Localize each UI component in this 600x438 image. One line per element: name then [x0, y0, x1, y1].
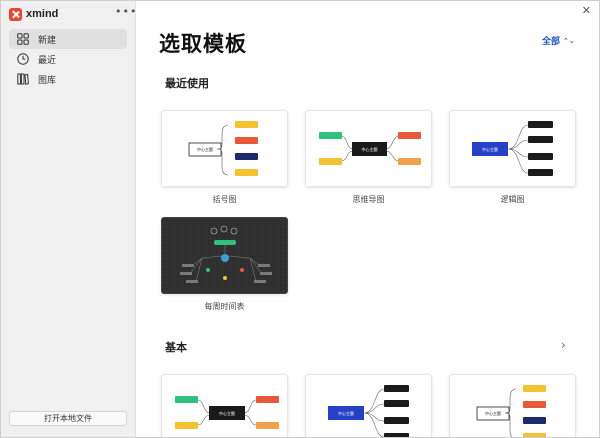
template-gallery: ✕ 选取模板 全部 ⌃⌄ 最近使用 中心主题 括号图 中心主题 思维导图 中心主… — [137, 1, 599, 437]
center-topic-text: 中心主题 — [197, 146, 213, 152]
weekly-schedule-thumbnail — [162, 218, 287, 293]
section-title-basic: 基本 — [165, 341, 187, 354]
template-card-basic-logic[interactable]: 中心主题 — [305, 374, 432, 437]
xmind-logo-icon — [9, 7, 22, 21]
more-menu-button[interactable]: ••• — [115, 5, 137, 18]
template-card-mindmap[interactable]: 中心主题 — [305, 110, 432, 187]
sidebar-item-new[interactable]: 新建 — [9, 29, 127, 49]
close-icon[interactable]: ✕ — [582, 4, 591, 17]
template-card-logic[interactable]: 中心主题 — [449, 110, 576, 187]
sidebar-item-label: 图库 — [38, 75, 57, 86]
template-card-basic-brace[interactable]: 中心主题 — [449, 374, 576, 437]
app-window: xmind ••• 新建 最近 图库 打开本地文件 ✕ 选取模板 全部 ⌃⌄ 最… — [0, 0, 600, 438]
brace-map-thumbnail: 中心主题 — [188, 121, 258, 176]
library-icon — [17, 73, 29, 85]
brand: xmind — [9, 7, 58, 21]
section-title-recent: 最近使用 — [165, 77, 209, 90]
template-card-weekly-schedule[interactable] — [161, 217, 288, 294]
sidebar-nav: 新建 最近 图库 — [9, 29, 127, 89]
open-local-file-button[interactable]: 打开本地文件 — [9, 411, 127, 426]
sidebar-item-recent[interactable]: 最近 — [9, 49, 127, 69]
grid-icon — [17, 33, 29, 45]
center-topic-text: 中心主题 — [482, 146, 498, 152]
chevron-updown-icon: ⌃⌄ — [563, 36, 575, 45]
template-label: 逻辑图 — [500, 195, 525, 204]
filter-dropdown[interactable]: 全部 ⌃⌄ — [542, 34, 575, 48]
template-label: 思维导图 — [352, 195, 385, 204]
center-topic-text: 中心主题 — [362, 146, 378, 152]
sidebar: xmind ••• 新建 最近 图库 打开本地文件 — [1, 1, 137, 437]
template-card-basic-mindmap[interactable]: 中心主题 — [161, 374, 288, 437]
filter-label: 全部 — [542, 37, 561, 47]
app-name: xmind — [26, 8, 59, 20]
center-topic-text: 中心主题 — [219, 410, 235, 416]
page-title: 选取模板 — [159, 32, 247, 56]
center-topic-text: 中心主题 — [338, 410, 354, 416]
brace-map-thumbnail: 中心主题 — [476, 385, 546, 437]
sidebar-item-library[interactable]: 图库 — [9, 69, 127, 89]
mind-map-thumbnail: 中心主题 — [319, 132, 421, 165]
template-label: 每周时间表 — [204, 302, 245, 311]
clock-icon — [17, 53, 29, 65]
logic-chart-thumbnail: 中心主题 — [472, 121, 553, 176]
template-card-brace[interactable]: 中心主题 — [161, 110, 288, 187]
template-label: 括号图 — [212, 195, 237, 204]
logic-chart-thumbnail: 中心主题 — [328, 385, 409, 437]
sidebar-item-label: 新建 — [38, 35, 57, 46]
mind-map-thumbnail: 中心主题 — [175, 396, 279, 429]
center-topic-text: 中心主题 — [485, 410, 501, 416]
chevron-right-icon[interactable]: › — [561, 338, 566, 352]
sidebar-item-label: 最近 — [38, 55, 57, 66]
